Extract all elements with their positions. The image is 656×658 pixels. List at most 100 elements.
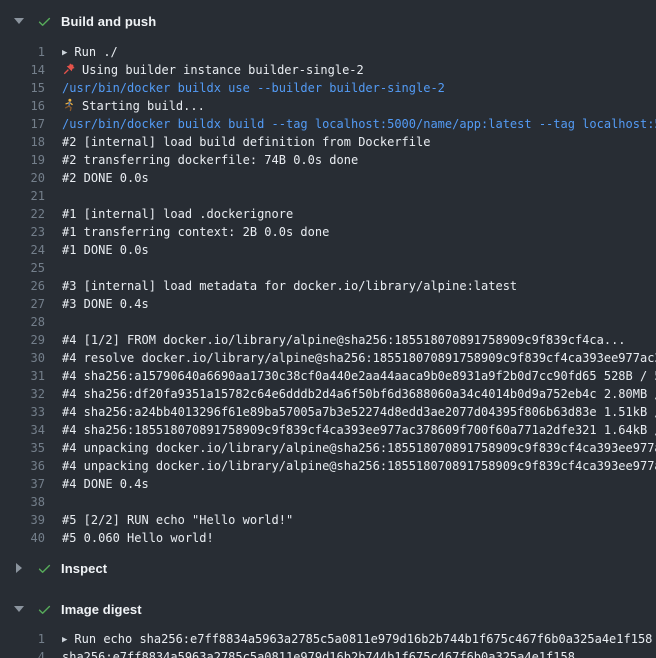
- line-number[interactable]: 30: [0, 349, 45, 367]
- line-text: #3 DONE 0.4s: [62, 295, 149, 313]
- log-line: 23 #1 transferring context: 2B 0.0s done: [0, 223, 656, 241]
- line-number[interactable]: 33: [0, 403, 45, 421]
- line-text-content: /usr/bin/docker buildx build --tag local…: [62, 117, 656, 131]
- line-text-content: #4 resolve docker.io/library/alpine@sha2…: [62, 351, 656, 365]
- line-number[interactable]: 26: [0, 277, 45, 295]
- log-line: 27 #3 DONE 0.4s: [0, 295, 656, 313]
- line-text: #4 sha256:a15790640a6690aa1730c38cf0a440…: [62, 367, 656, 385]
- line-text-content: #5 0.060 Hello world!: [62, 531, 214, 545]
- section-header-build-and-push[interactable]: Build and push: [0, 9, 656, 33]
- line-text: ▶Run echo sha256:e7ff8834a5963a2785c5a08…: [62, 630, 652, 648]
- line-text-content: /usr/bin/docker buildx use --builder bui…: [62, 81, 445, 95]
- log-line: 37 #4 DONE 0.4s: [0, 475, 656, 493]
- line-number[interactable]: 28: [0, 313, 45, 331]
- line-text-content: #5 [2/2] RUN echo "Hello world!": [62, 513, 293, 527]
- line-text: #2 [internal] load build definition from…: [62, 133, 430, 151]
- log-line: 20 #2 DONE 0.0s: [0, 169, 656, 187]
- line-text-content: Using builder instance builder-single-2: [82, 63, 364, 77]
- log-line: 4sha256:e7ff8834a5963a2785c5a0811e979d16…: [0, 648, 656, 658]
- line-number[interactable]: 25: [0, 259, 45, 277]
- section-title: Build and push: [61, 14, 156, 29]
- line-number[interactable]: 31: [0, 367, 45, 385]
- log-line: 17/usr/bin/docker buildx build --tag loc…: [0, 115, 656, 133]
- line-text: #5 [2/2] RUN echo "Hello world!": [62, 511, 293, 529]
- log-line: 18 #2 [internal] load build definition fr…: [0, 133, 656, 151]
- line-text-content: #1 DONE 0.0s: [62, 243, 149, 257]
- log-line: 29 #4 [1/2] FROM docker.io/library/alpine…: [0, 331, 656, 349]
- line-text: Using builder instance builder-single-2: [62, 61, 364, 79]
- caret-down-glyph: [14, 606, 24, 612]
- line-text-content: #4 unpacking docker.io/library/alpine@sh…: [62, 459, 656, 473]
- line-number[interactable]: 35: [0, 439, 45, 457]
- line-text: #1 transferring context: 2B 0.0s done: [62, 223, 329, 241]
- expand-arrow-icon[interactable]: ▶: [62, 44, 67, 61]
- line-number[interactable]: 14: [0, 61, 45, 79]
- line-number[interactable]: 34: [0, 421, 45, 439]
- line-text: #3 [internal] load metadata for docker.i…: [62, 277, 517, 295]
- line-number[interactable]: 39: [0, 511, 45, 529]
- log-line: 40 #5 0.060 Hello world!: [0, 529, 656, 547]
- line-number[interactable]: 40: [0, 529, 45, 547]
- line-number[interactable]: 1: [0, 630, 45, 648]
- log-line: 33#4 sha256:a24bb4013296f61e89ba57005a7b…: [0, 403, 656, 421]
- line-text: #4 [1/2] FROM docker.io/library/alpine@s…: [62, 331, 626, 349]
- log-lines: 1 ▶Run echo sha256:e7ff8834a5963a2785c5a0…: [0, 630, 656, 658]
- line-number[interactable]: 15: [0, 79, 45, 97]
- expand-arrow-icon[interactable]: ▶: [62, 631, 67, 648]
- line-number[interactable]: 37: [0, 475, 45, 493]
- line-text-content: #4 [1/2] FROM docker.io/library/alpine@s…: [62, 333, 626, 347]
- log-line: 19 #2 transferring dockerfile: 74B 0.0s d…: [0, 151, 656, 169]
- log-line: 25: [0, 259, 656, 277]
- line-text-content: #2 transferring dockerfile: 74B 0.0s don…: [62, 153, 358, 167]
- line-text: Starting build...: [62, 97, 205, 115]
- log-line: 26 #3 [internal] load metadata for docker…: [0, 277, 656, 295]
- line-text: #5 0.060 Hello world!: [62, 529, 214, 547]
- line-text: #1 DONE 0.0s: [62, 241, 149, 259]
- line-text: #4 unpacking docker.io/library/alpine@sh…: [62, 439, 656, 457]
- log-line: 30 #4 resolve docker.io/library/alpine@sh…: [0, 349, 656, 367]
- line-text-content: #4 unpacking docker.io/library/alpine@sh…: [62, 441, 656, 455]
- line-number[interactable]: 4: [0, 648, 45, 658]
- caret-down-icon[interactable]: [13, 18, 25, 24]
- pushpin-icon: [62, 62, 76, 76]
- line-number[interactable]: 1: [0, 43, 45, 61]
- line-number[interactable]: 23: [0, 223, 45, 241]
- line-text: #2 transferring dockerfile: 74B 0.0s don…: [62, 151, 358, 169]
- line-text: #4 sha256:185518070891758909c9f839cf4ca3…: [62, 421, 656, 439]
- log-line: 1▶Run ./: [0, 43, 656, 61]
- line-number[interactable]: 19: [0, 151, 45, 169]
- log-line: 36 #4 unpacking docker.io/library/alpine@…: [0, 457, 656, 475]
- section-header-image-digest[interactable]: Image digest: [0, 597, 656, 621]
- line-number[interactable]: 38: [0, 493, 45, 511]
- line-text-content: #3 [internal] load metadata for docker.i…: [62, 279, 517, 293]
- line-text: #4 DONE 0.4s: [62, 475, 149, 493]
- log-line: 16 Starting build...: [0, 97, 656, 115]
- section-header-inspect[interactable]: Inspect: [0, 556, 656, 580]
- line-number[interactable]: 32: [0, 385, 45, 403]
- line-number[interactable]: 27: [0, 295, 45, 313]
- log-line: 34 #4 sha256:185518070891758909c9f839cf4c…: [0, 421, 656, 439]
- line-number[interactable]: 16: [0, 97, 45, 115]
- section-image-digest: Image digest 1 ▶Run echo sha256:e7ff8834a5…: [0, 597, 656, 658]
- line-number[interactable]: 18: [0, 133, 45, 151]
- line-text: #4 unpacking docker.io/library/alpine@sh…: [62, 457, 656, 475]
- line-number[interactable]: 21: [0, 187, 45, 205]
- log-line: 14 Using builder instance builder-single-…: [0, 61, 656, 79]
- section-build-and-push: Build and push1▶Run ./14Using builder in…: [0, 9, 656, 547]
- line-text-content: #3 DONE 0.4s: [62, 297, 149, 311]
- caret-right-icon[interactable]: [13, 563, 25, 573]
- line-text: #2 DONE 0.0s: [62, 169, 149, 187]
- line-number[interactable]: 20: [0, 169, 45, 187]
- log-line: 32#4 sha256:df20fa9351a15782c64e6dddb2d4…: [0, 385, 656, 403]
- line-text-content: #1 transferring context: 2B 0.0s done: [62, 225, 329, 239]
- line-number[interactable]: 22: [0, 205, 45, 223]
- line-number[interactable]: 29: [0, 331, 45, 349]
- line-text: #1 [internal] load .dockerignore: [62, 205, 293, 223]
- check-icon: [37, 602, 52, 617]
- caret-down-icon[interactable]: [13, 606, 25, 612]
- log-line: 24 #1 DONE 0.0s: [0, 241, 656, 259]
- line-number[interactable]: 24: [0, 241, 45, 259]
- line-number[interactable]: 36: [0, 457, 45, 475]
- line-number[interactable]: 17: [0, 115, 45, 133]
- log-line: 38: [0, 493, 656, 511]
